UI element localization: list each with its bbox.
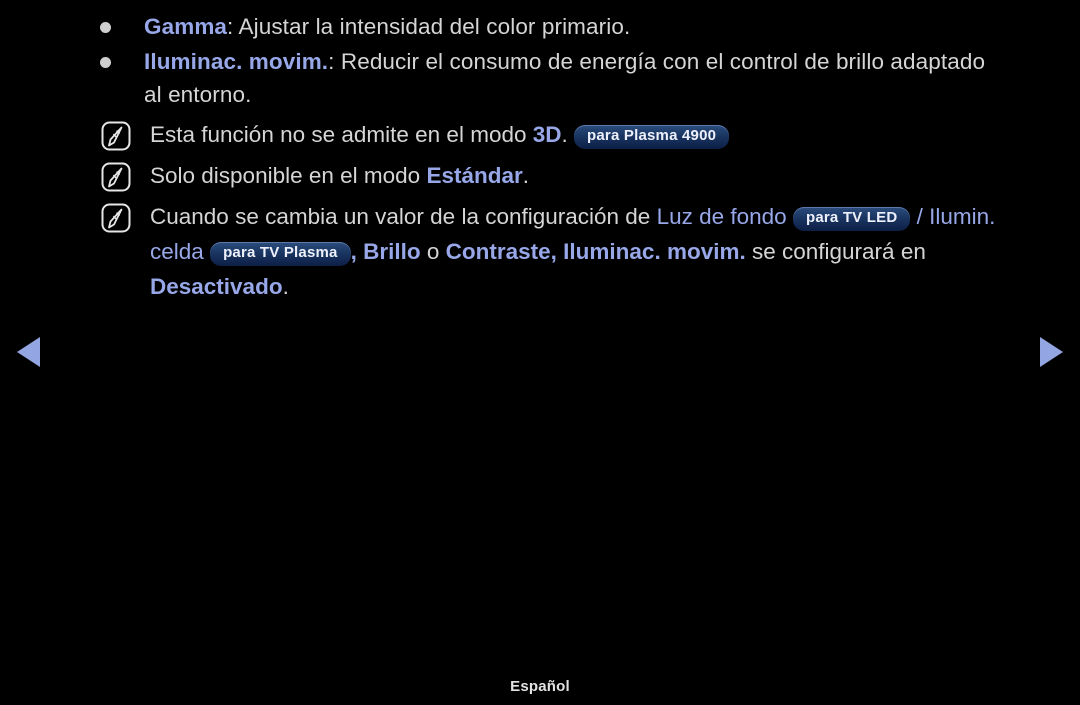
note-pencil-icon <box>100 202 132 234</box>
badge-para-tv-plasma: para TV Plasma <box>210 242 351 266</box>
note-text-3d-mode: Esta función no se admite en el modo 3D.… <box>150 117 1000 152</box>
note3-text-middle: se configurará en <box>745 239 926 264</box>
footer-language-label: Español <box>510 678 570 695</box>
previous-page-arrow[interactable] <box>17 337 40 367</box>
keyword-gamma: Gamma <box>144 14 228 39</box>
note2-text-before: Solo disponible en el modo <box>150 163 427 188</box>
help-content: Gamma: Ajustar la intensidad del color p… <box>100 10 1000 304</box>
note-text-setting-change: Cuando se cambia un valor de la configur… <box>150 199 1000 304</box>
keyword-3d: 3D <box>532 122 562 147</box>
badge-para-tv-led: para TV LED <box>792 207 911 231</box>
note3-text-before: Cuando se cambia un valor de la configur… <box>150 204 657 229</box>
help-page: Gamma: Ajustar la intensidad del color p… <box>0 0 1080 705</box>
note-item-3d-mode: Esta función no se admite en el modo 3D.… <box>100 117 1000 152</box>
badge-para-plasma-4900: para Plasma 4900 <box>574 125 730 149</box>
keyword-brillo: , Brillo <box>350 239 421 264</box>
note3-conjunction: o <box>420 239 446 264</box>
bullet-item-gamma: Gamma: Ajustar la intensidad del color p… <box>100 10 1000 43</box>
keyword-iluminac-movim: Iluminac. movim. <box>144 49 329 74</box>
bullet-dot-icon <box>100 57 111 68</box>
note-item-setting-change: Cuando se cambia un valor de la configur… <box>100 199 1000 304</box>
keyword-iluminac-movim-2: , Iluminac. movim. <box>550 239 746 264</box>
keyword-contraste: Contraste <box>445 239 551 264</box>
bullet-item-iluminac-movim: Iluminac. movim.: Reducir el consumo de … <box>100 45 1000 111</box>
note2-text-after: . <box>522 163 530 188</box>
bullet-text-iluminac-movim: Iluminac. movim.: Reducir el consumo de … <box>144 45 1000 111</box>
note-pencil-icon <box>100 120 132 152</box>
keyword-luz-de-fondo: Luz de fondo <box>656 204 787 229</box>
note3-text-end: . <box>282 274 289 299</box>
note-item-standard-mode: Solo disponible en el modo Estándar. <box>100 158 1000 193</box>
bullet-gamma-description: : Ajustar la intensidad del color primar… <box>227 14 631 39</box>
note1-text-before: Esta función no se admite en el modo <box>150 122 533 147</box>
keyword-estandar: Estándar <box>426 163 523 188</box>
bullet-dot-icon <box>100 22 111 33</box>
next-page-arrow[interactable] <box>1040 337 1063 367</box>
note-text-standard-mode: Solo disponible en el modo Estándar. <box>150 158 1000 193</box>
note-pencil-icon <box>100 161 132 193</box>
keyword-desactivado: Desactivado <box>150 274 283 299</box>
note1-text-after: . <box>561 122 568 147</box>
bullet-text-gamma: Gamma: Ajustar la intensidad del color p… <box>144 10 1000 43</box>
